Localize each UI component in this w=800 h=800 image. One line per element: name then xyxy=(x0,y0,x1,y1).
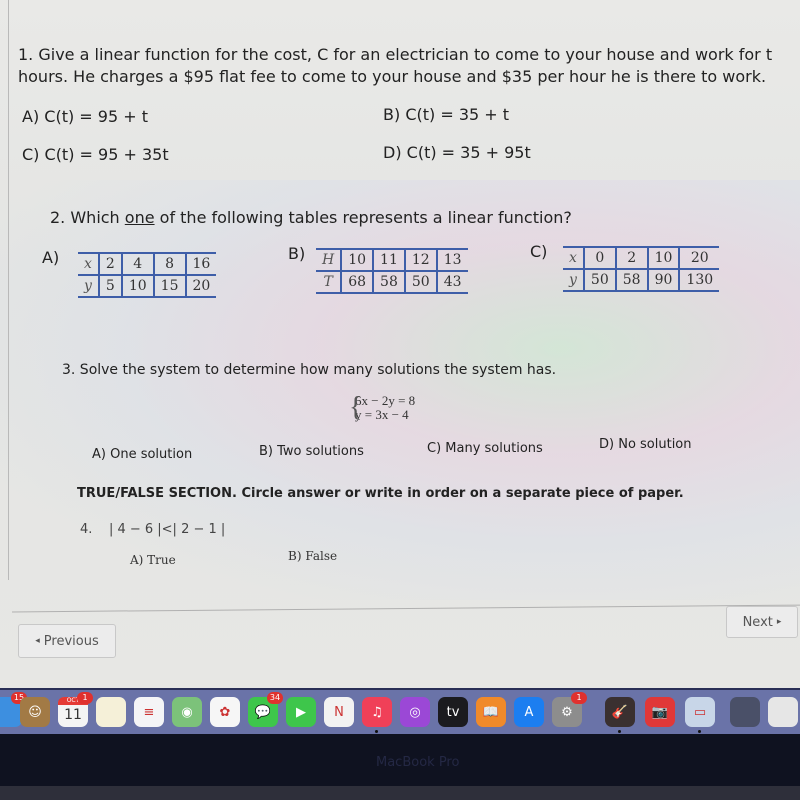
dock-maps-icon[interactable]: ◉ xyxy=(172,697,202,727)
contacts-glyph: ☺ xyxy=(28,704,42,720)
q3-option-d[interactable]: D) No solution xyxy=(599,437,692,452)
dock-reminders-icon[interactable]: ≡ xyxy=(134,697,164,727)
q2-option-c-label[interactable]: C) xyxy=(530,242,547,261)
q1-number: 1. xyxy=(18,45,34,64)
running-indicator xyxy=(698,730,701,733)
news-glyph: N xyxy=(334,704,344,720)
q3-option-b[interactable]: B) Two solutions xyxy=(259,444,364,459)
dock-podcasts-icon[interactable]: ◎ xyxy=(400,697,430,727)
messages-glyph: 💬 xyxy=(254,704,272,720)
q3-option-c[interactable]: C) Many solutions xyxy=(427,441,543,456)
q3-option-a[interactable]: A) One solution xyxy=(92,447,192,462)
dock-tv-icon[interactable]: tv xyxy=(438,697,468,727)
dock-contacts-icon[interactable]: ☺ xyxy=(20,697,50,727)
q1-option-b[interactable]: B) C(t) = 35 + t xyxy=(383,104,683,126)
q4-option-false[interactable]: B) False xyxy=(288,549,337,563)
dock-preview-icon[interactable]: ▭ xyxy=(685,697,715,733)
dock-music-icon[interactable]: ♫ xyxy=(362,697,392,733)
q2-option-b-label[interactable]: B) xyxy=(288,244,305,263)
q2-table-b: H 10 11 12 13 T 68 58 50 43 xyxy=(316,248,468,294)
maps-glyph: ◉ xyxy=(181,704,193,720)
table-row: H 10 11 12 13 xyxy=(316,248,468,272)
table-row: y 50 58 90 130 xyxy=(563,268,720,292)
q1-option-c[interactable]: C) C(t) = 95 + 35t xyxy=(22,144,322,166)
photos-glyph: ✿ xyxy=(219,704,231,720)
q4-option-true[interactable]: A) True xyxy=(130,553,176,567)
screen: 1. Give a linear function for the cost, … xyxy=(0,0,800,690)
app-store-glyph: A xyxy=(524,704,534,720)
true-false-heading: TRUE/FALSE SECTION. Circle answer or wri… xyxy=(77,486,684,501)
question-1: 1. Give a linear function for the cost, … xyxy=(18,44,788,88)
running-indicator xyxy=(375,730,378,733)
dock-news-icon[interactable]: N xyxy=(324,697,354,727)
dock-notes-icon[interactable] xyxy=(96,697,126,727)
table-row: x 2 4 8 16 xyxy=(78,252,217,276)
dock-finder-icon[interactable]: 15 xyxy=(0,692,27,727)
dock-messages-icon[interactable]: 💬 34 xyxy=(248,692,283,727)
equation-1: 6x − 2y = 8 xyxy=(355,393,416,408)
tv-glyph: tv xyxy=(446,704,460,720)
next-button[interactable]: Next ▸ xyxy=(726,606,798,638)
question-3-title: 3. Solve the system to determine how man… xyxy=(62,362,557,378)
equation-2: y = 3x − 4 xyxy=(355,407,409,422)
preview-glyph: ▭ xyxy=(693,704,707,720)
dock: 15 ☺ OCT 11 1 ≡ ◉ ✿ 💬 34 ▶ N ♫ ◎ tv 📖 A ⚙ 1 🎸 📷 ▭ xyxy=(0,688,800,734)
notification-badge: 1 xyxy=(571,692,587,704)
laptop-base xyxy=(0,786,800,800)
table-row: y 5 10 15 20 xyxy=(78,274,217,298)
footer-divider xyxy=(12,604,800,613)
garageband-glyph: 🎸 xyxy=(611,704,629,720)
music-glyph: ♫ xyxy=(371,704,383,720)
dock-photos-icon[interactable]: ✿ xyxy=(210,697,240,727)
question-4: 4. | 4 − 6 |<| 2 − 1 | xyxy=(80,522,226,537)
calendar-day: 11 xyxy=(64,707,82,723)
dock-app-store-icon[interactable]: A xyxy=(514,697,544,727)
dock-document-thumbnail-icon[interactable] xyxy=(768,697,798,727)
dock-garageband-icon[interactable]: 🎸 xyxy=(605,697,635,733)
bezel-label: MacBook Pro xyxy=(376,755,460,770)
caret-left-icon: ◂ xyxy=(35,636,40,646)
reminders-glyph: ≡ xyxy=(143,704,155,720)
q2-table-c: x 0 2 10 20 y 50 58 90 130 xyxy=(563,246,720,292)
photo-booth-glyph: 📷 xyxy=(651,704,669,720)
question-2-title: 2. Which one of the following tables rep… xyxy=(50,208,572,227)
podcasts-glyph: ◎ xyxy=(409,704,421,720)
dock-facetime-icon[interactable]: ▶ xyxy=(286,697,316,727)
table-row: T 68 58 50 43 xyxy=(316,270,468,294)
notification-badge: 34 xyxy=(267,692,283,704)
caret-right-icon: ▸ xyxy=(776,617,782,627)
facetime-glyph: ▶ xyxy=(296,704,306,720)
dock-window-thumbnail-icon[interactable] xyxy=(730,697,760,727)
equation-system: { 6x − 2y = 8 y = 3x − 4 xyxy=(349,393,416,422)
dock-photo-booth-icon[interactable]: 📷 xyxy=(645,697,675,727)
previous-button[interactable]: ◂ Previous xyxy=(18,624,116,658)
dock-system-preferences-icon[interactable]: ⚙ 1 xyxy=(552,692,587,727)
q1-option-d[interactable]: D) C(t) = 35 + 95t xyxy=(383,142,683,164)
q1-text-line1: Give a linear function for the cost, C f… xyxy=(38,45,773,64)
q2-option-a-label[interactable]: A) xyxy=(42,248,59,267)
running-indicator xyxy=(618,730,621,733)
q1-text-line2: hours. He charges a $95 flat fee to come… xyxy=(18,67,767,86)
q2-table-a: x 2 4 8 16 y 5 10 15 20 xyxy=(78,252,217,298)
notification-badge: 1 xyxy=(77,692,93,704)
dock-books-icon[interactable]: 📖 xyxy=(476,697,506,727)
brace-icon: { xyxy=(349,392,363,423)
books-glyph: 📖 xyxy=(482,704,500,720)
system-preferences-glyph: ⚙ xyxy=(561,704,573,720)
table-row: x 0 2 10 20 xyxy=(563,246,720,270)
dock-calendar-icon[interactable]: OCT 11 1 xyxy=(58,692,93,727)
